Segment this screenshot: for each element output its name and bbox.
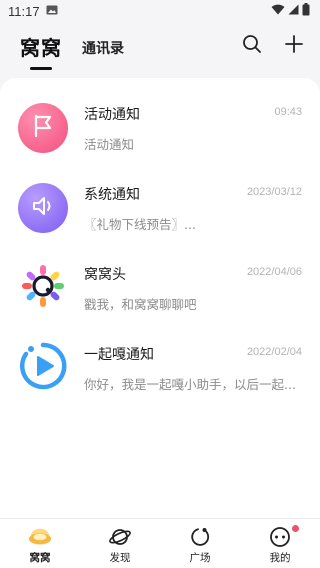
tab-contacts[interactable]: 通讯录 [82,38,124,58]
activity-avatar [18,103,68,153]
message-preview: 〖礼物下线预告〗... [84,217,196,232]
square-icon [188,526,212,548]
status-time: 11:17 [8,3,40,19]
nav-item-wowo[interactable]: 窝窝 [0,519,80,568]
plus-icon [285,35,303,57]
tab-wowo-label: 窝窝 [20,35,62,60]
message-list: 活动通知 09:43 活动通知 系统通知 2023/03/12 〖礼物下线预告〗… [0,78,320,518]
message-item-yiqiga[interactable]: 一起嘎通知 2022/02/04 你好，我是一起嘎小助手，以后一起... [0,332,320,412]
message-time: 2023/03/12 [246,186,302,198]
nav-label: 发现 [109,552,131,564]
message-title: 活动通知 [84,107,140,123]
header-actions [238,32,308,60]
nest-icon [28,526,52,548]
yiqiga-avatar [18,341,68,395]
gallery-notification-icon [46,4,58,18]
nav-item-discover[interactable]: 发现 [80,519,160,568]
message-item-wowotou[interactable]: 窝窝头 2022/04/06 戳我，和窝窝聊聊吧 [0,252,320,332]
search-icon [242,34,262,58]
message-item-activity[interactable]: 活动通知 09:43 活动通知 [0,92,320,172]
nav-label: 广场 [189,552,211,564]
message-preview: 你好，我是一起嘎小助手，以后一起... [84,377,296,392]
header: 窝窝 通讯录 [0,22,320,70]
message-preview: 活动通知 [84,137,135,152]
search-button[interactable] [238,32,266,60]
bottom-nav: 窝窝 发现 广场 我的 [0,518,320,568]
speaker-icon [31,195,55,221]
planet-icon [108,526,132,548]
message-preview: 戳我，和窝窝聊聊吧 [84,297,197,312]
notification-badge [292,525,299,532]
battery-icon [302,3,310,19]
wowotou-logo-icon [19,262,67,314]
nav-label: 我的 [269,552,291,564]
profile-icon [268,526,292,548]
flag-icon [32,114,54,142]
status-bar: 11:17 [0,0,320,22]
message-time: 2022/04/06 [246,266,302,278]
message-title: 一起嘎通知 [84,347,154,363]
active-tab-indicator [30,66,52,70]
message-time: 2022/02/04 [246,346,302,358]
nav-item-profile[interactable]: 我的 [240,519,320,568]
add-button[interactable] [280,32,308,60]
message-item-system[interactable]: 系统通知 2023/03/12 〖礼物下线预告〗... [0,172,320,252]
message-title: 窝窝头 [84,267,126,283]
tab-wowo[interactable]: 窝窝 [20,32,62,70]
nav-label: 窝窝 [29,552,51,564]
message-time: 09:43 [274,106,302,118]
wifi-icon [271,4,285,18]
wowotou-avatar [18,263,68,313]
signal-icon [288,4,299,18]
system-avatar [18,183,68,233]
nav-item-square[interactable]: 广场 [160,519,240,568]
play-icon [18,341,68,395]
message-title: 系统通知 [84,187,140,203]
